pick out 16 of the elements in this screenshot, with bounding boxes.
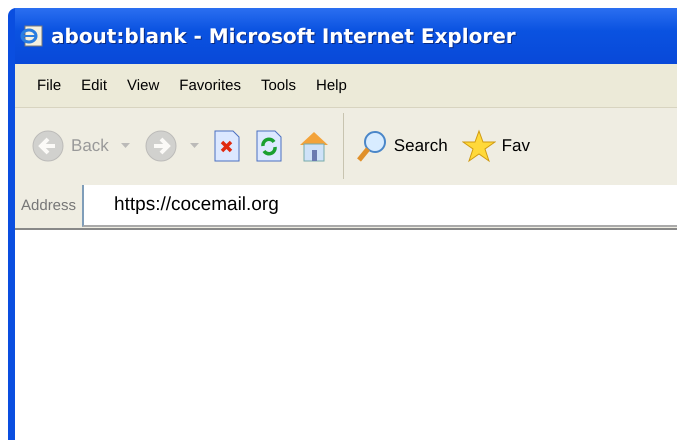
page-icon <box>19 24 45 48</box>
refresh-icon <box>254 130 283 162</box>
menu-item[interactable]: Favorites <box>169 77 251 94</box>
stop-icon <box>212 130 241 162</box>
window-title: about:blank - Microsoft Internet Explorer <box>51 24 516 48</box>
address-label: Address <box>21 197 76 214</box>
menu-item[interactable]: View <box>117 77 170 94</box>
menu-item[interactable]: File <box>27 77 72 94</box>
favorites-button[interactable]: Fav <box>458 126 534 164</box>
star-icon <box>462 128 496 162</box>
menu-item[interactable]: Help <box>306 77 357 94</box>
search-button[interactable]: Search <box>352 126 452 164</box>
menu-item[interactable]: Edit <box>71 77 118 94</box>
search-icon <box>356 128 388 162</box>
menu-item[interactable]: Tools <box>250 77 306 94</box>
address-field[interactable]: https://cocemail.org <box>82 184 677 226</box>
